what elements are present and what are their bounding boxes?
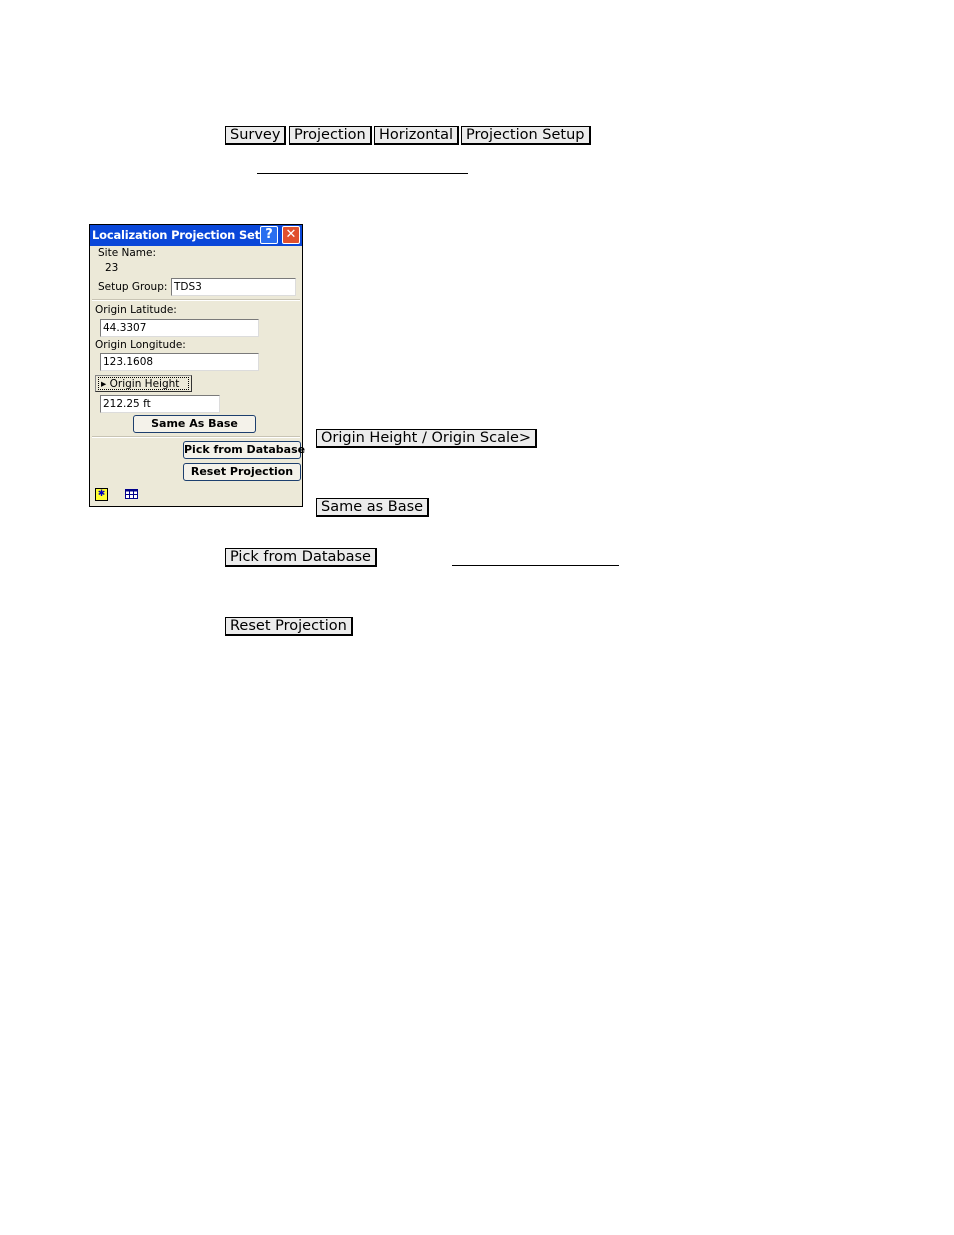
same-as-base-button[interactable]: Same As Base <box>133 415 256 433</box>
breadcrumb-projection-setup: Projection Setup <box>461 126 591 145</box>
link-underline[interactable] <box>452 565 619 566</box>
site-name-label: Site Name: <box>98 247 157 259</box>
close-icon[interactable]: ✕ <box>282 226 300 244</box>
origin-longitude-label: Origin Longitude: <box>95 339 186 351</box>
expand-arrow-icon: ▸ <box>101 378 110 390</box>
site-name-value: 23 <box>105 262 119 274</box>
origin-height-toggle-label: Origin Height <box>109 378 180 390</box>
origin-longitude-field[interactable]: 123.1608 <box>100 353 259 371</box>
reset-projection-button[interactable]: Reset Projection <box>183 463 301 481</box>
help-icon[interactable]: ? <box>260 226 278 244</box>
breadcrumb-horizontal: Horizontal <box>374 126 460 145</box>
localization-projection-setup-dialog: Localization Projection Setup ? ✕ Site N… <box>89 224 305 507</box>
breadcrumb-projection: Projection <box>289 126 372 145</box>
same-as-base-key: Same as Base <box>316 498 430 517</box>
dialog-title: Localization Projection Setup <box>92 228 276 242</box>
pick-from-database-button[interactable]: Pick from Database <box>183 441 305 459</box>
divider <box>92 299 300 301</box>
sun-icon[interactable]: ✱ <box>95 488 108 501</box>
origin-latitude-field[interactable]: 44.3307 <box>100 319 259 337</box>
setup-group-label: Setup Group: <box>98 281 168 293</box>
origin-latitude-label: Origin Latitude: <box>95 304 177 316</box>
breadcrumb-survey: Survey <box>225 126 287 145</box>
divider <box>92 436 300 438</box>
origin-height-scale-key: Origin Height / Origin Scale> <box>316 429 538 448</box>
origin-height-field[interactable]: 212.25 ft <box>100 395 220 413</box>
dialog-title-bar: Localization Projection Setup ? ✕ <box>90 225 302 246</box>
setup-group-field[interactable]: TDS3 <box>171 278 296 296</box>
origin-height-toggle-button[interactable]: ▸ Origin Height <box>95 375 192 392</box>
link-underline[interactable] <box>257 173 468 174</box>
reset-projection-key: Reset Projection <box>225 617 353 636</box>
pick-from-database-key: Pick from Database <box>225 548 377 567</box>
grid-icon[interactable] <box>125 489 138 499</box>
